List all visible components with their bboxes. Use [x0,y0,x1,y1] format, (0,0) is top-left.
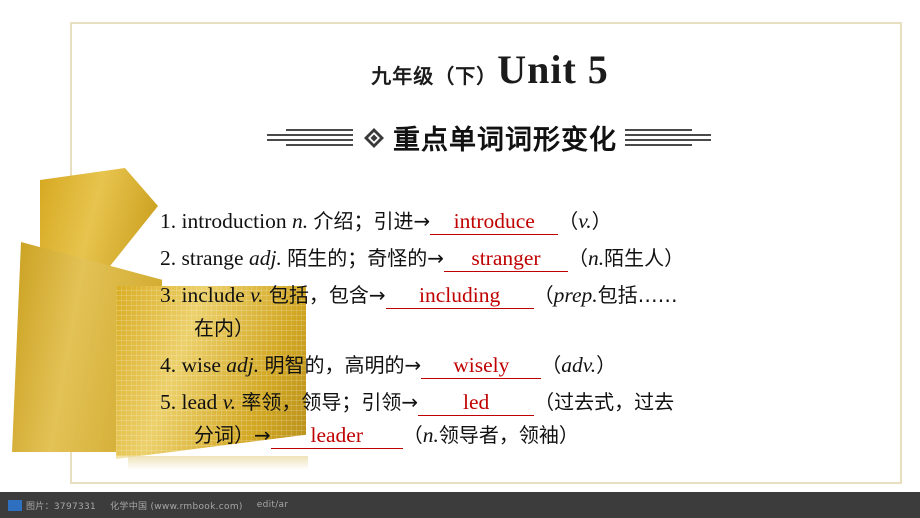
word-list: 1. introduction n. 介绍；引进→ introduce （v.） 2… [160,205,860,456]
item-meaning: 包括，包含→ [268,283,386,307]
item-tail-open: （ [534,390,555,414]
item-tail-close: 陌生人） [604,246,685,270]
item-tail2-close: 领导者，领袖） [438,423,579,447]
item-tail-open: （ [541,353,562,377]
item-word: strange [181,246,244,270]
item-answer: wisely [421,352,542,379]
item-tail-close: 过去式，过去 [554,390,675,414]
item-word: wise [181,353,221,377]
page-title: 九年级（下）Unit 5 [0,46,920,93]
item-tail-pos: n. [587,246,605,270]
item-answer: introduce [430,208,559,235]
item-tail-pos: v. [578,209,592,233]
item-meaning: 陌生的；奇怪的→ [287,246,444,270]
item-tail-close: ） [591,209,612,233]
banner-lines-left [267,129,353,146]
ribbon-shadow [128,456,308,470]
item-word: lead [181,390,218,414]
item-tail-line2: 在内） [194,316,254,340]
item-answer-2: leader [270,422,403,449]
item-pos: adj. [248,246,282,270]
item-number: 3. [160,283,177,307]
footer-extra-text: edit/ar [256,500,289,510]
section-banner-title: 重点单词词形变化 [393,125,617,156]
footer-bar: 图片：3797331 化学中国 (www.rmbook.com) edit/ar [0,492,920,518]
item-tail2-pos: n. [422,423,439,447]
item-meaning: 介绍；引进→ [313,209,431,233]
item-answer: stranger [443,245,568,272]
item-answer: including [385,282,534,309]
item-pos: n. [291,209,309,233]
item-pos: v. [250,283,264,307]
page-title-cn: 九年级（下） [371,64,498,88]
item-tail-line2: 分词）→ [194,423,271,447]
item-tail-pos: prep. [553,283,598,307]
banner-lines-right [625,129,711,146]
diamond-icon [363,127,385,149]
section-banner: 重点单词词形变化 [0,118,920,157]
item-meaning: 率领，领导；引领→ [241,390,419,414]
item-word: include [181,283,245,307]
item-meaning: 明智的，高明的→ [264,353,422,377]
list-item: 4. wise adj. 明智的，高明的→ wisely （adv.） [160,349,860,382]
item-tail-close: 包括…… [597,283,678,307]
footer-logo-icon [8,499,22,511]
list-item: 3. include v. 包括，包含→ including （prep.包括…… … [160,279,860,345]
item-tail-pos: adv. [561,353,597,377]
list-item: 1. introduction n. 介绍；引进→ introduce （v.） [160,205,860,238]
item-number: 2. [160,246,177,270]
page-title-en: Unit 5 [497,47,609,92]
item-answer: led [418,389,535,416]
item-number: 1. [160,209,177,233]
item-number: 4. [160,353,177,377]
list-item: 2. strange adj. 陌生的；奇怪的→ stranger （n.陌生人） [160,242,860,275]
item-pos: adj. [226,353,260,377]
item-tail-close: ） [596,353,617,377]
item-tail-open: （ [567,246,588,270]
item-tail-open: （ [533,283,554,307]
item-word: introduction [181,209,287,233]
slide-canvas: 九年级（下）Unit 5 重点单词词形变化 1. introduction n.… [0,0,920,518]
item-tail2-open: （ [402,423,423,447]
item-tail-open: （ [558,209,579,233]
footer-site-text: 化学中国 (www.rmbook.com) [110,501,243,512]
list-item: 5. lead v. 率领，领导；引领→ led （过去式，过去 分词）→ leade… [160,386,860,452]
footer-id-text: 图片：3797331 [26,501,97,512]
item-pos: v. [222,390,237,414]
item-number: 5. [160,390,177,414]
footer-id: 图片：3797331 [8,499,96,512]
